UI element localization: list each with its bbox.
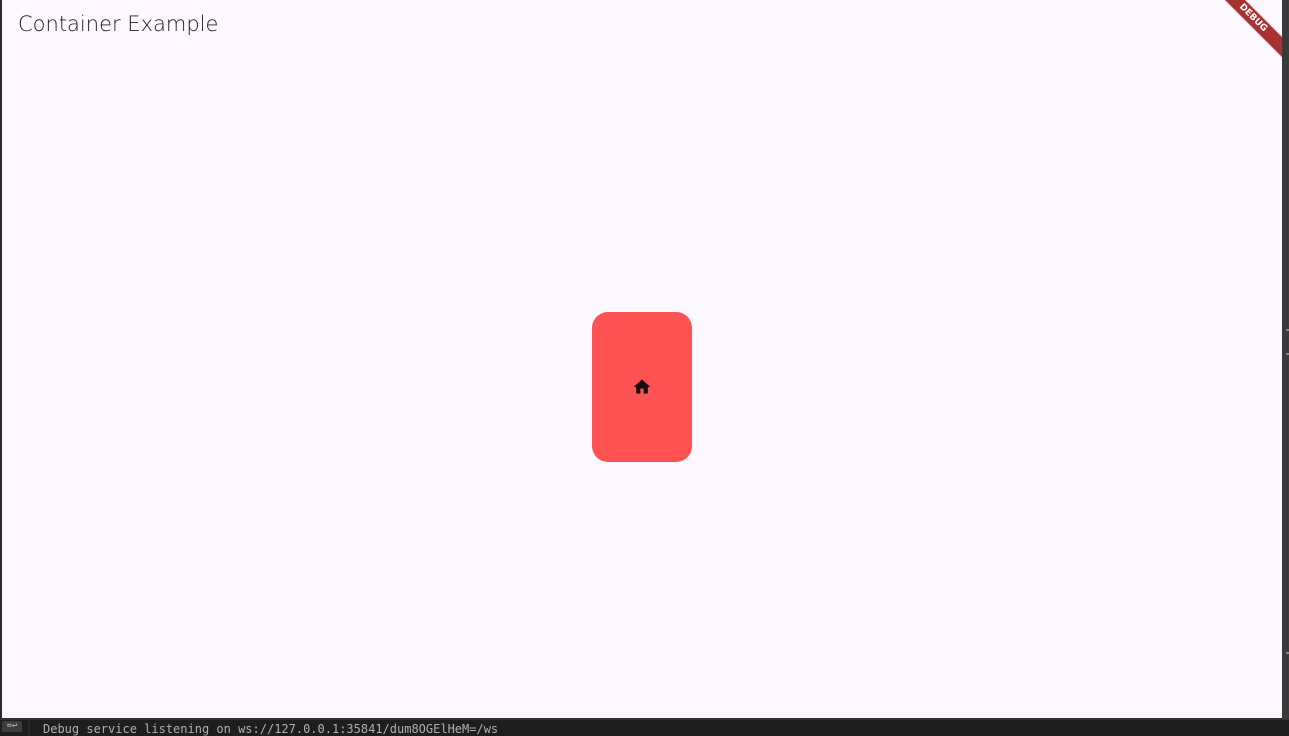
console-message: Debug service listening on ws://127.0.0.… bbox=[43, 722, 499, 736]
window-right-edge bbox=[1282, 0, 1289, 719]
debug-console: =↩ Debug service listening on ws://127.0… bbox=[0, 719, 1289, 736]
console-gutter bbox=[28, 720, 30, 736]
flutter-app-surface: Container Example DEBUG bbox=[2, 0, 1282, 718]
red-container bbox=[592, 312, 692, 462]
home-icon bbox=[633, 379, 651, 394]
app-window: Container Example DEBUG bbox=[0, 0, 1289, 719]
wrap-lines-icon[interactable]: =↩ bbox=[2, 721, 22, 732]
app-bar-title: Container Example bbox=[18, 12, 219, 36]
debug-banner: DEBUG bbox=[1209, 0, 1282, 62]
